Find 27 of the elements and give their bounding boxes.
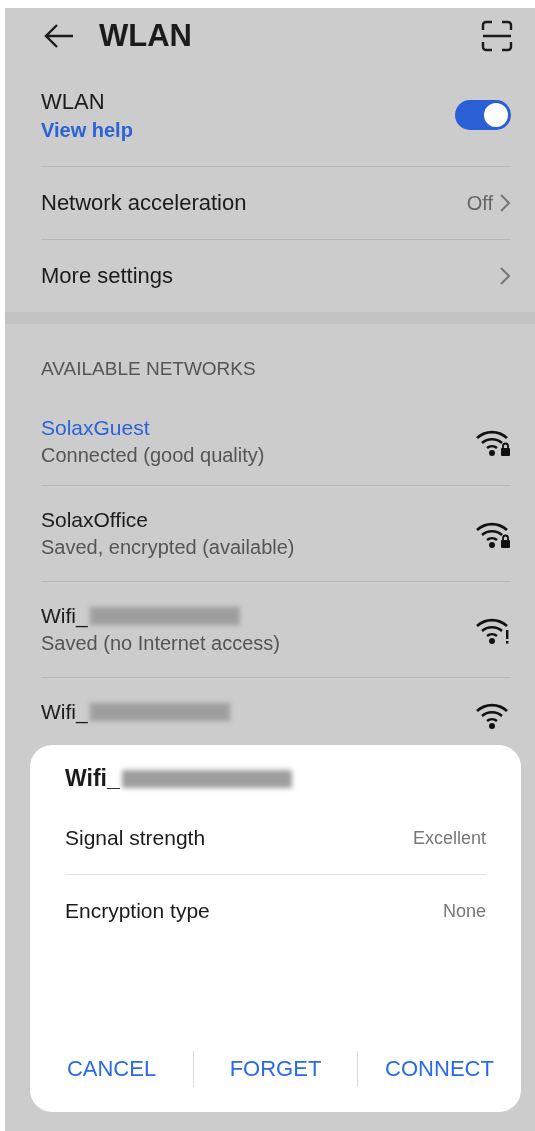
- network-status: Saved, encrypted (available): [41, 536, 295, 559]
- dialog-button[interactable]: CANCEL: [30, 1048, 193, 1090]
- chevron-right-icon: [499, 266, 511, 286]
- detail-value: None: [442, 900, 486, 922]
- dialog-title: Wifi_: [65, 765, 120, 792]
- network-name: Wifi_: [41, 700, 88, 724]
- detail-value: Excellent: [412, 827, 486, 849]
- detail-label: Signal strength: [65, 826, 206, 850]
- wlan-switch[interactable]: [455, 100, 511, 130]
- view-help-link[interactable]: View help: [41, 118, 133, 142]
- network-status: Saved (no Internet access): [41, 632, 280, 655]
- scan-button[interactable]: [481, 20, 513, 52]
- chevron-right-icon: [499, 193, 511, 213]
- setting-value: Off: [466, 191, 493, 215]
- dialog-button[interactable]: FORGET: [194, 1048, 357, 1090]
- detail-label: Encryption type: [65, 899, 210, 923]
- dialog-button[interactable]: CONNECT: [358, 1048, 521, 1090]
- network-name: SolaxOffice: [41, 508, 148, 532]
- network-name: SolaxGuest: [41, 416, 150, 440]
- section-heading: AVAILABLE NETWORKS: [41, 357, 257, 381]
- wlan-label: WLAN: [41, 88, 106, 115]
- setting-label: More settings: [41, 263, 174, 289]
- back-button[interactable]: [43, 23, 75, 49]
- network-status: Connected (good quality): [41, 444, 265, 467]
- setting-label: Network acceleration: [41, 190, 247, 216]
- network-name: Wifi_: [41, 604, 88, 628]
- page-title: WLAN: [99, 18, 193, 54]
